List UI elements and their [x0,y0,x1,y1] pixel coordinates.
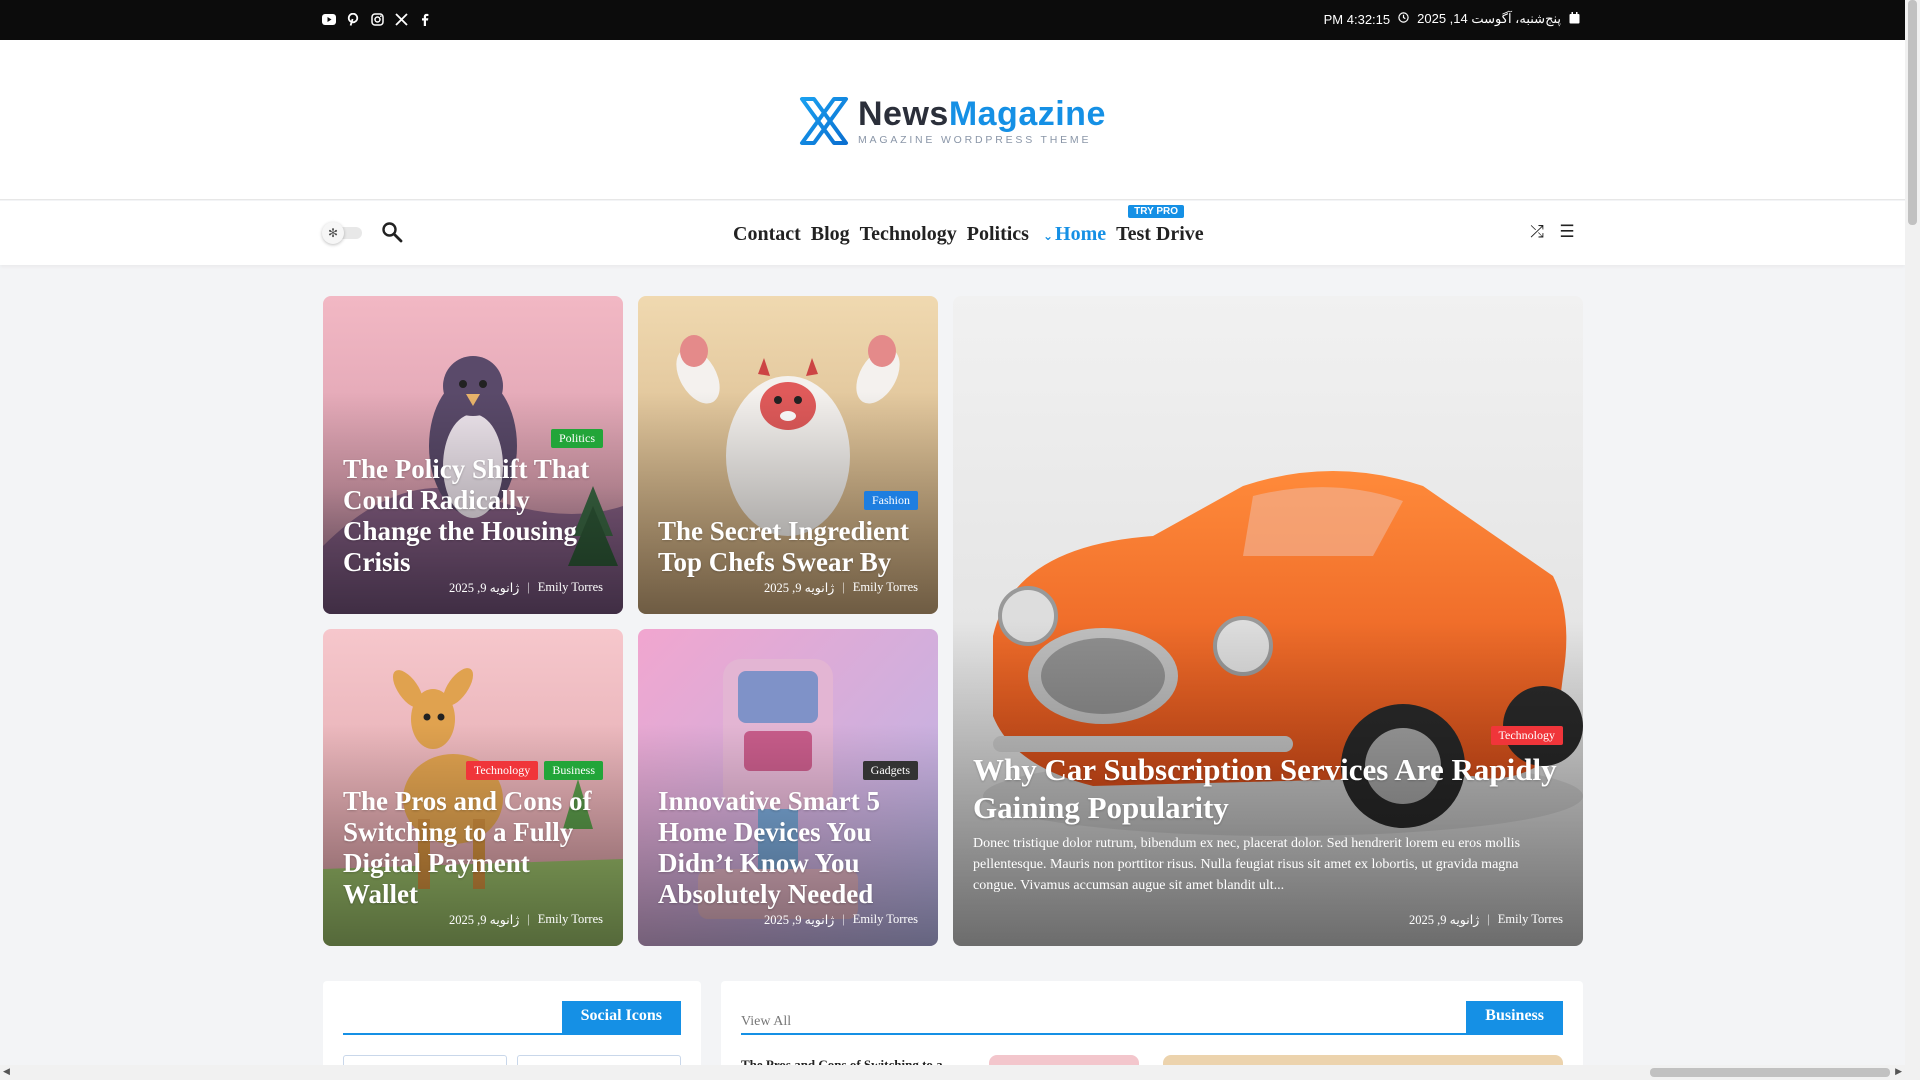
post-date: ژانویه 9, 2025 [449,581,520,595]
featured-post-card[interactable]: Technology Why Car Subscription Services… [953,296,1583,946]
post-author[interactable]: Emily Torres [853,912,918,928]
hamburger-menu-icon[interactable]: ☰ [1558,222,1576,242]
post-author[interactable]: Emily Torres [853,580,918,596]
menu-item-contact[interactable]: Contact [733,223,801,246]
x-icon[interactable] [394,12,408,26]
post-title[interactable]: Why Car Subscription Services Are Rapidl… [973,751,1563,827]
logo-wordmark: NewsMagazine [858,94,1106,133]
post-card[interactable]: Technology Business The Pros and Cons of… [323,629,623,946]
category-badge[interactable]: Technology [465,761,539,780]
chevron-down-icon: ⌄ [1042,229,1054,243]
logo-tagline: MAGAZINE WORDPRESS THEME [858,133,1092,146]
category-badge[interactable]: Technology [1490,726,1563,745]
menu-item-blog[interactable]: Blog [811,223,850,246]
menu-item-politics[interactable]: Politics [967,223,1029,246]
nav-actions: ⤮ ☰ [1528,222,1576,242]
calendar-icon [1569,11,1580,27]
post-author[interactable]: Emily Torres [538,912,603,928]
category-badge[interactable]: Politics [550,429,603,448]
current-date: پنج‌شنبه، آگوست 14, 2025 [1417,11,1561,26]
top-bar: PM 4:32:15 پنج‌شنبه، آگوست 14, 2025 [0,0,1905,40]
post-date: ژانویه 9, 2025 [764,913,835,927]
facebook-icon[interactable] [418,12,432,26]
post-author[interactable]: Emily Torres [538,580,603,596]
main-nav: ✻ Contact Blog Technology Politics ⌄ Home… [0,201,1905,265]
site-logo[interactable]: NewsMagazine MAGAZINE WORDPRESS THEME [798,95,1106,147]
dark-mode-toggle[interactable]: ✻ [322,222,364,244]
post-author[interactable]: Emily Torres [1498,912,1563,928]
menu-item-test-drive[interactable]: TRY PRO Test Drive [1116,205,1204,246]
post-card[interactable]: Politics The Policy Shift That Could Rad… [323,296,623,614]
date-time: PM 4:32:15 پنج‌شنبه، آگوست 14, 2025 [1324,11,1580,27]
primary-menu: Contact Blog Technology Politics ⌄ Home T… [733,205,1204,246]
widget-title: Social Icons [561,1001,681,1035]
current-time: PM 4:32:15 [1323,11,1391,27]
horizontal-scrollbar[interactable]: ◀ ▶ [0,1065,1905,1080]
clock-icon [1398,12,1409,26]
try-pro-badge: TRY PRO [1128,205,1185,218]
menu-item-technology[interactable]: Technology [860,223,957,246]
social-links [322,12,432,26]
post-excerpt: Donec tristique dolor rutrum, bibendum e… [973,836,1521,893]
post-date: ژانویه 9, 2025 [449,913,520,927]
post-date: ژانویه 9, 2025 [764,581,835,595]
post-title[interactable]: Innovative Smart 5 Home Devices You Didn… [658,786,918,910]
instagram-icon[interactable] [370,12,384,26]
post-date: ژانویه 9, 2025 [1409,913,1480,927]
sun-icon: ✻ [322,222,344,244]
post-title[interactable]: The Pros and Cons of Switching to a Full… [343,786,603,910]
post-title[interactable]: The Secret Ingredient Top Chefs Swear By [658,516,918,578]
post-card[interactable]: Fashion The Secret Ingredient Top Chefs … [638,296,938,614]
category-badge[interactable]: Business [544,761,603,780]
shuffle-icon[interactable]: ⤮ [1528,222,1546,242]
widget-title: Business [1466,1001,1563,1035]
post-title[interactable]: The Policy Shift That Could Radically Ch… [343,454,603,578]
category-badge[interactable]: Fashion [863,491,918,510]
youtube-icon[interactable] [322,12,336,26]
menu-item-home[interactable]: ⌄ Home [1043,223,1106,246]
category-badge[interactable]: Gadgets [862,761,918,780]
view-all-link[interactable]: View All [741,1014,791,1030]
search-icon[interactable] [381,221,405,245]
logo-x-icon [800,97,848,145]
post-card[interactable]: Gadgets Innovative Smart 5 Home Devices … [638,629,938,946]
site-header: NewsMagazine MAGAZINE WORDPRESS THEME [0,40,1905,200]
vertical-scrollbar[interactable] [1905,0,1920,1080]
pinterest-icon[interactable] [346,12,360,26]
